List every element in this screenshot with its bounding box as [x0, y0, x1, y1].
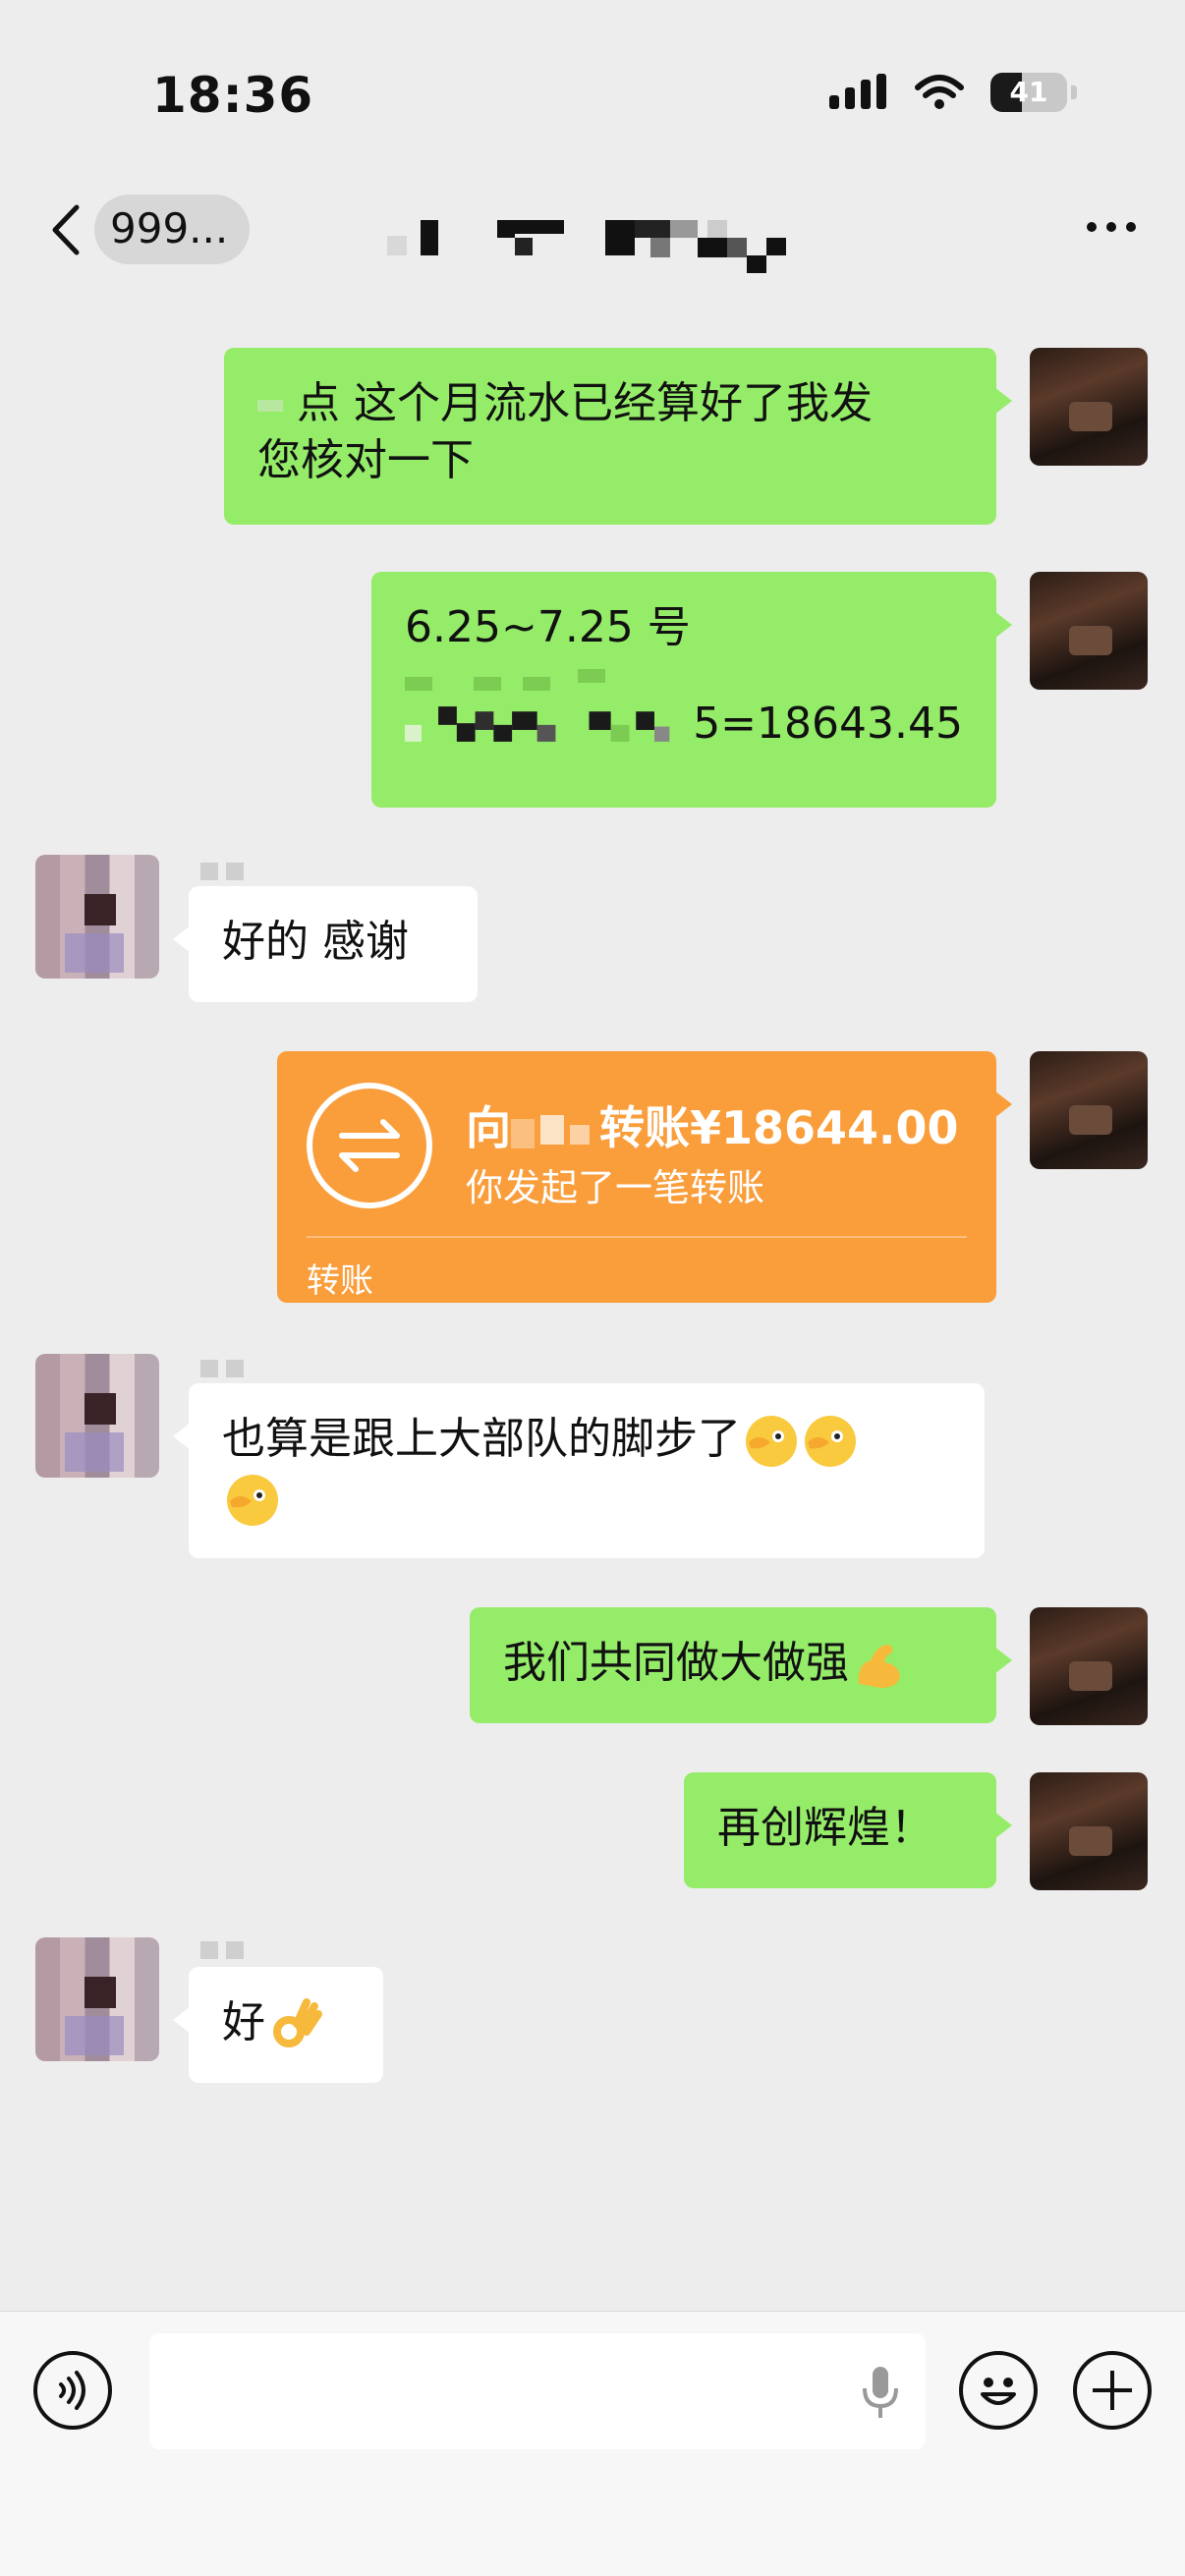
transfer-subtitle: 你发起了一笔转账 — [466, 1166, 765, 1209]
message-text: 好 — [222, 1997, 265, 2047]
status-icons: 41 — [827, 73, 1077, 112]
message-bubble-self[interactable]: 6.25~7.25 号 5=18643.45 — [371, 572, 1012, 808]
message-bubble-self[interactable]: 点 这个月流水已经算好了我发 您核对一下 — [224, 348, 1012, 525]
message-line: 您核对一下 — [257, 435, 474, 485]
message-line-visible: 5=18643.45 — [693, 699, 963, 749]
battery-level: 41 — [1009, 76, 1048, 108]
self-avatar[interactable] — [1030, 572, 1148, 690]
face-with-hand-over-eye-emoji — [227, 1475, 278, 1526]
transfer-card[interactable]: 向 转账¥18644.00 你发起了一笔转账 转账 — [277, 1051, 1012, 1303]
flexed-biceps-emoji — [858, 1645, 900, 1688]
wifi-icon — [915, 75, 964, 109]
message-line: 6.25~7.25 号 — [405, 602, 691, 652]
pixelated-text-image — [405, 706, 670, 742]
voice-input-button[interactable] — [33, 2351, 112, 2430]
sender-name-pixelated — [200, 1360, 252, 1379]
self-avatar[interactable] — [1030, 348, 1148, 466]
message-line: 点 这个月流水已经算好了我发 — [297, 378, 873, 428]
pixelated-title-image — [387, 220, 786, 273]
message-bubble-other[interactable]: 也算是跟上大部队的脚步了 — [173, 1383, 985, 1558]
contact-avatar[interactable] — [35, 1937, 159, 2061]
transfer-amount-value: 转账¥18644.00 — [599, 1101, 959, 1154]
more-functions-button[interactable] — [1073, 2351, 1152, 2430]
voice-icon — [59, 2371, 85, 2410]
chevron-left-icon — [52, 204, 80, 254]
plus-icon — [1093, 2371, 1132, 2410]
face-with-hand-over-eye-emoji — [746, 1416, 797, 1467]
contact-avatar[interactable] — [35, 1354, 159, 1478]
transfer-arrows-glyph — [339, 1119, 400, 1172]
sender-name-pixelated — [200, 1941, 252, 1961]
pixelated-text — [257, 400, 283, 412]
unread-count-badge[interactable]: 999... — [94, 195, 251, 264]
message-text: 我们共同做大做强 — [503, 1638, 849, 1688]
message-line — [222, 1470, 951, 1529]
face-with-hand-over-eye-emoji — [805, 1416, 856, 1467]
message-bubble-self[interactable]: 我们共同做大做强 — [470, 1607, 1012, 1723]
message-text: 也算是跟上大部队的脚步了 — [222, 1414, 741, 1464]
ok-hand-emoji — [273, 1998, 322, 2047]
message-text: 好的 感谢 — [222, 917, 409, 967]
self-avatar[interactable] — [1030, 1772, 1148, 1890]
transfer-prefix: 向 — [466, 1101, 511, 1154]
input-bar — [0, 2311, 1185, 2576]
self-avatar[interactable] — [1030, 1607, 1148, 1725]
message-bubble-other[interactable]: 好的 感谢 — [173, 886, 478, 1002]
transfer-divider — [307, 1236, 967, 1238]
dot — [1126, 222, 1136, 232]
smiley-icon — [981, 2378, 1016, 2405]
contact-avatar[interactable] — [35, 855, 159, 979]
dot — [1106, 222, 1116, 232]
battery-cap — [1071, 85, 1077, 99]
message-text: 点 这个月流水已经算好了我发 — [257, 375, 963, 432]
message-line: 5=18643.45 — [405, 696, 963, 753]
dot — [1087, 222, 1097, 232]
transfer-amount: 向 转账¥18644.00 — [466, 1092, 959, 1157]
microphone-icon[interactable] — [861, 2365, 900, 2420]
transfer-label: 转账 — [307, 1261, 373, 1301]
message-text: 再创辉煌！ — [717, 1803, 933, 1853]
message-bubble-other[interactable]: 好 — [173, 1967, 383, 2083]
pixelated-text-image — [405, 669, 605, 691]
cellular-signal-icon — [829, 74, 886, 109]
message-input[interactable] — [149, 2333, 926, 2449]
message-bubble-self[interactable]: 再创辉煌！ — [684, 1772, 1012, 1888]
transfer-arrows-icon — [307, 1083, 432, 1208]
status-time: 18:36 — [152, 67, 314, 124]
battery-indicator: 41 — [990, 73, 1067, 112]
pixelated-line — [405, 656, 963, 696]
self-avatar[interactable] — [1030, 1051, 1148, 1169]
emoji-button[interactable] — [959, 2351, 1038, 2430]
pixelated-recipient — [511, 1112, 599, 1151]
sender-name-pixelated — [200, 863, 252, 882]
chat-screen: 18:36 41 999... 点 这个月流水已经算好了我发 您核对一下 6.2… — [0, 0, 1185, 2576]
more-options-button[interactable] — [1087, 222, 1136, 232]
chat-title-pixelated — [373, 206, 825, 275]
back-button[interactable]: 999... — [49, 195, 251, 264]
message-line: 也算是跟上大部队的脚步了 — [222, 1411, 951, 1470]
